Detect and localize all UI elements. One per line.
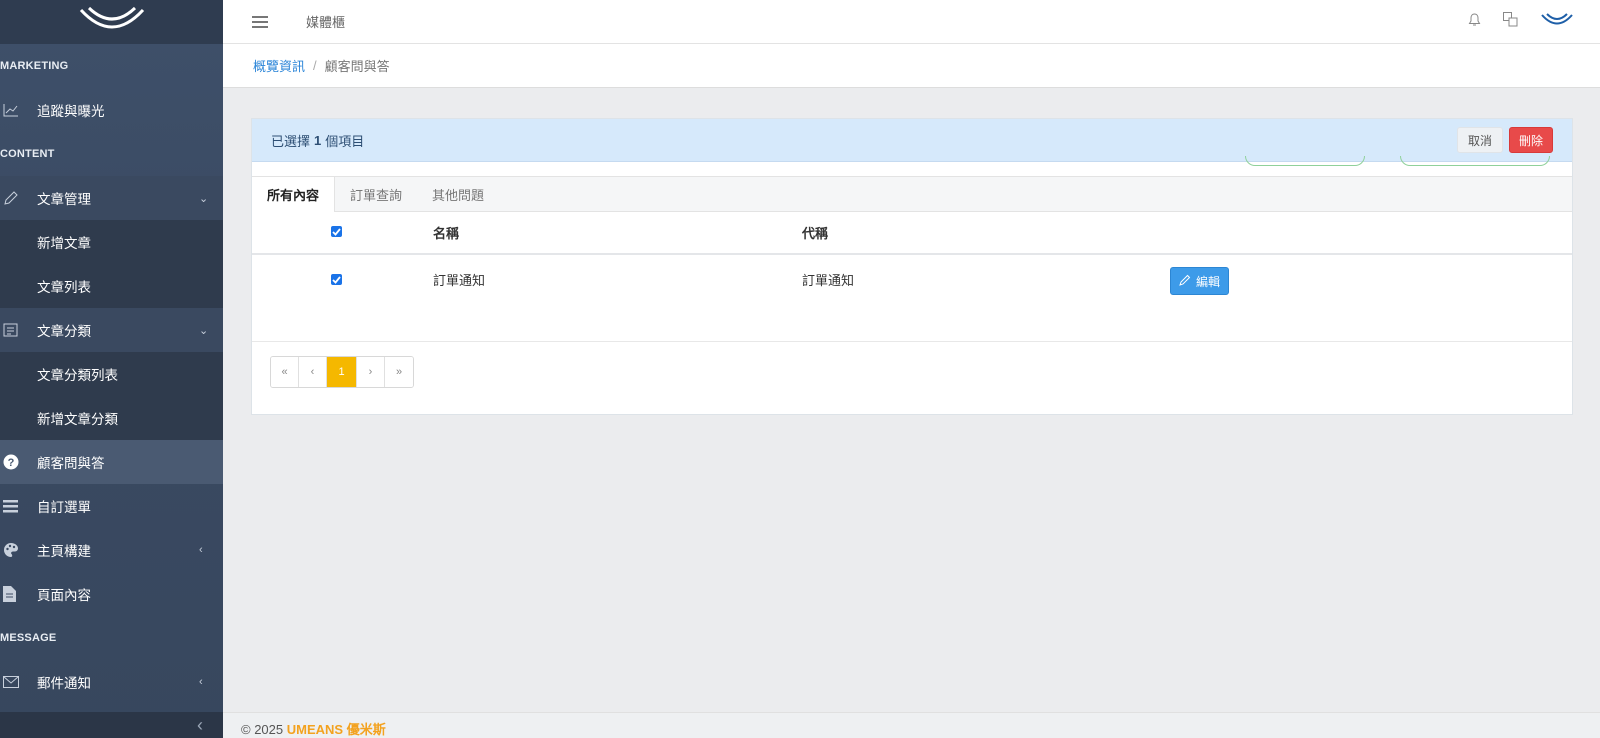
sidebar-item-faq[interactable]: ? 顧客問與答 <box>0 440 223 484</box>
sidebar-item-add-article[interactable]: 新增文章 <box>0 220 223 264</box>
chevron-down-icon: ⌄ <box>199 324 209 337</box>
breadcrumb-home-link[interactable]: 概覽資訊 <box>253 56 305 75</box>
sidebar: MARKETING 追蹤與曝光 CONTENT 文章管理 ⌄ 新增文章 文章列表… <box>0 0 223 738</box>
palette-icon <box>0 542 37 558</box>
sidebar-item-categories[interactable]: 文章分類 ⌄ <box>0 308 223 352</box>
sidebar-item-label: 郵件通知 <box>37 676 91 691</box>
edit-button[interactable]: 編輯 <box>1170 267 1230 295</box>
table-row: 訂單通知 訂單通知 編輯 <box>252 255 1572 342</box>
sidebar-item-category-list[interactable]: 文章分類列表 <box>0 352 223 396</box>
header-title[interactable]: 媒體櫃 <box>306 12 345 31</box>
sidebar-item-articles[interactable]: 文章管理 ⌄ <box>0 176 223 220</box>
tab-other-questions[interactable]: 其他問題 <box>417 177 499 211</box>
page-last-button[interactable]: » <box>385 357 413 387</box>
faq-list-card: 已選擇 1 個項目 取消 刪除 所有內容 訂單查詢 其他問題 名稱 代稱 訂單通… <box>251 118 1573 415</box>
tab-all[interactable]: 所有內容 <box>252 177 336 212</box>
footer: © 2025 UMEANS 優米斯 <box>223 712 1600 738</box>
svg-text:?: ? <box>8 457 15 469</box>
row-name: 訂單通知 <box>433 273 486 288</box>
footer-copyright: © 2025 <box>241 722 284 737</box>
delete-button[interactable]: 刪除 <box>1508 127 1553 153</box>
sidebar-item-homepage-builder[interactable]: 主頁構建 ‹ <box>0 528 223 572</box>
articles-submenu: 新增文章 文章列表 <box>0 220 223 308</box>
user-avatar[interactable] <box>1540 12 1574 33</box>
sidebar-item-article-list[interactable]: 文章列表 <box>0 264 223 308</box>
sidebar-item-custom-menu[interactable]: 自訂選單 <box>0 484 223 528</box>
sidebar-item-add-category[interactable]: 新增文章分類 <box>0 396 223 440</box>
chevron-down-icon: ⌄ <box>199 192 209 205</box>
row-code: 訂單通知 <box>802 273 855 288</box>
pagination: « ‹ 1 › » <box>270 356 414 388</box>
chevron-left-icon: ‹ <box>199 544 203 556</box>
language-icon[interactable] <box>1503 12 1518 32</box>
breadcrumb-current: 顧客問與答 <box>324 59 390 74</box>
sidebar-item-tracking[interactable]: 追蹤與曝光 <box>0 88 223 132</box>
header-actions <box>1468 0 1574 44</box>
chart-line-icon <box>0 103 37 117</box>
sidebar-item-label: 自訂選單 <box>37 500 91 515</box>
page-prev-button[interactable]: ‹ <box>299 357 327 387</box>
pencil-icon <box>0 190 37 206</box>
top-header: 媒體櫃 <box>223 0 1600 44</box>
file-text-icon <box>0 586 37 602</box>
chevron-left-icon: ‹ <box>199 676 203 688</box>
sidebar-item-label: 頁面內容 <box>37 588 91 603</box>
section-marketing: MARKETING <box>0 60 69 72</box>
sidebar-item-label: 文章分類列表 <box>37 368 118 383</box>
edit-button-label: 編輯 <box>1196 274 1221 289</box>
selection-prefix: 已選擇 <box>271 133 311 149</box>
cancel-button[interactable]: 取消 <box>1456 127 1503 153</box>
page-next-button[interactable]: › <box>357 357 385 387</box>
selection-suffix: 個項目 <box>325 133 365 149</box>
breadcrumb-separator: / <box>313 58 317 73</box>
tab-order-inquiry[interactable]: 訂單查詢 <box>335 177 417 211</box>
question-circle-icon: ? <box>0 454 37 470</box>
sidebar-item-label: 文章分類 <box>37 324 91 339</box>
sidebar-item-mail-notify[interactable]: 郵件通知 ‹ <box>0 660 223 704</box>
sidebar-item-label: 追蹤與曝光 <box>37 104 105 119</box>
breadcrumb: 概覽資訊 / 顧客問與答 <box>223 44 1600 88</box>
menu-toggle-icon[interactable] <box>252 15 268 28</box>
sidebar-item-label: 文章管理 <box>37 192 91 207</box>
section-content: CONTENT <box>0 148 55 160</box>
table-header: 名稱 代稱 <box>252 212 1572 255</box>
brand-logo-icon <box>79 6 144 29</box>
categories-submenu: 文章分類列表 新增文章分類 <box>0 352 223 440</box>
page-first-button[interactable]: « <box>271 357 299 387</box>
column-header-name: 名稱 <box>433 226 460 241</box>
list-doc-icon <box>0 323 37 337</box>
bell-icon[interactable] <box>1468 12 1481 32</box>
row-checkbox[interactable] <box>331 274 342 285</box>
envelope-icon <box>0 676 37 688</box>
sidebar-item-label: 新增文章分類 <box>37 412 118 427</box>
select-all-checkbox[interactable] <box>331 226 342 237</box>
section-message: MESSAGE <box>0 632 57 644</box>
selection-count: 1 <box>314 132 322 148</box>
sidebar-collapse-button[interactable]: ‹ <box>0 712 223 738</box>
pencil-icon <box>1179 274 1191 289</box>
hidden-toolbar-edge <box>252 156 1572 176</box>
sidebar-item-label: 文章列表 <box>37 280 91 295</box>
selection-actions: 取消 刪除 <box>1456 127 1553 153</box>
sidebar-item-label: 主頁構建 <box>37 544 91 559</box>
hidden-toolbar-button <box>1245 156 1365 166</box>
hidden-toolbar-button <box>1400 156 1550 166</box>
sidebar-item-label: 新增文章 <box>37 236 91 251</box>
column-header-code: 代稱 <box>802 226 829 241</box>
sidebar-item-label: 顧客問與答 <box>37 456 105 471</box>
bars-icon <box>0 499 37 513</box>
sidebar-item-page-content[interactable]: 頁面內容 <box>0 572 223 616</box>
sidebar-logo[interactable] <box>0 0 223 44</box>
selection-bar: 已選擇 1 個項目 取消 刪除 <box>252 119 1572 162</box>
footer-brand-link[interactable]: UMEANS 優米斯 <box>287 722 386 737</box>
category-tabs: 所有內容 訂單查詢 其他問題 <box>252 176 1572 212</box>
page-current-button[interactable]: 1 <box>327 357 357 387</box>
chevron-left-icon: ‹ <box>197 714 203 735</box>
